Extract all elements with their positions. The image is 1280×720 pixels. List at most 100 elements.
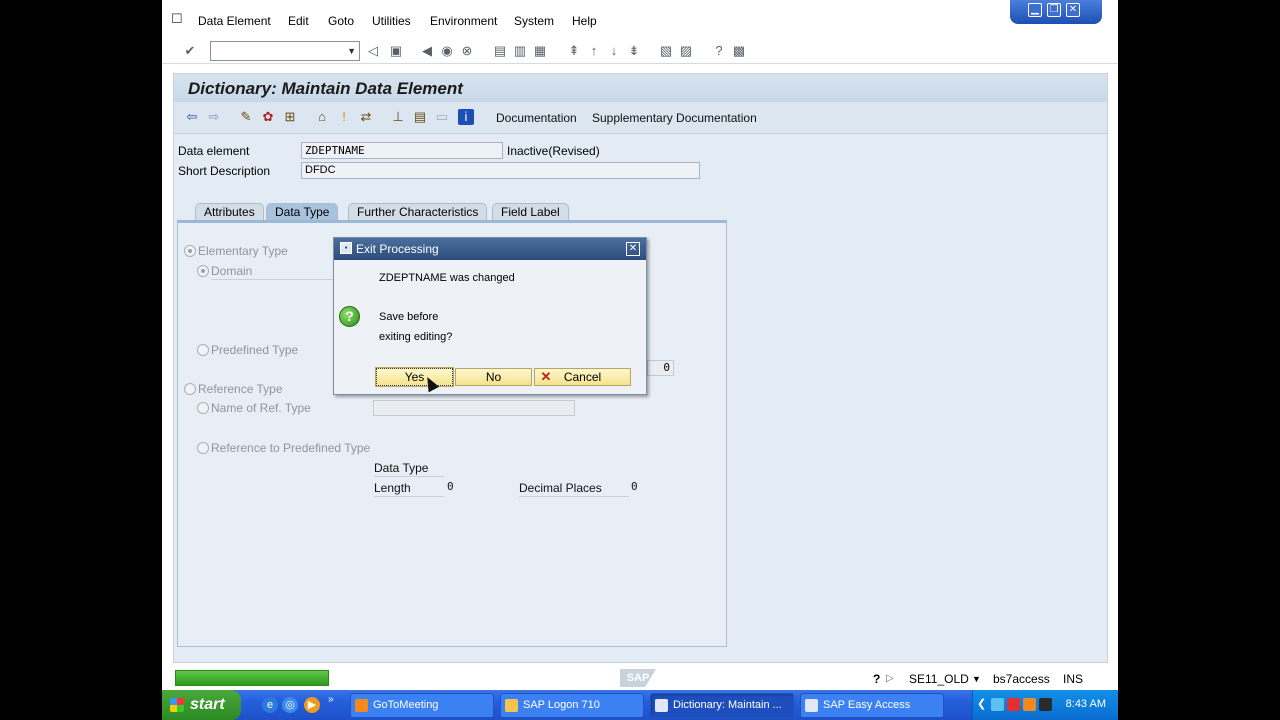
previous-page-icon[interactable]: ↑ bbox=[586, 43, 602, 59]
network-icon[interactable] bbox=[991, 698, 1004, 711]
command-field[interactable]: ▼ bbox=[210, 41, 360, 61]
menu-goto[interactable]: Goto bbox=[328, 14, 354, 28]
elementary-type-label: Elementary Type bbox=[198, 244, 288, 258]
start-label: start bbox=[190, 696, 225, 713]
taskbar: start e ◎ ▶ » GoToMeeting SAP Logon 710 … bbox=[162, 690, 1118, 720]
frame-icon[interactable]: ▭ bbox=[434, 109, 450, 125]
domain-radio[interactable] bbox=[197, 265, 209, 277]
task-label: SAP Logon 710 bbox=[523, 699, 600, 711]
progress-indicator bbox=[175, 670, 329, 686]
elementary-type-radio[interactable] bbox=[184, 245, 196, 257]
arrow-left-icon[interactable]: ⇦ bbox=[184, 109, 200, 125]
close-window-button[interactable]: ✕ bbox=[1066, 3, 1080, 17]
sap-gui-icon bbox=[655, 699, 668, 712]
transaction-dropdown-icon[interactable]: ▼ bbox=[972, 674, 981, 684]
layout-menu-icon[interactable]: ▩ bbox=[731, 43, 747, 59]
dialog-close-icon[interactable]: ✕ bbox=[626, 242, 640, 256]
minimize-button[interactable]: ▁ bbox=[1028, 3, 1042, 17]
help-icon[interactable]: ? bbox=[711, 43, 727, 59]
find-icon[interactable]: ▥ bbox=[512, 43, 528, 59]
menu-edit[interactable]: Edit bbox=[288, 14, 309, 28]
other-object-icon[interactable]: ✿ bbox=[260, 109, 276, 125]
task-label: Dictionary: Maintain ... bbox=[673, 699, 782, 711]
security-icon[interactable] bbox=[1007, 698, 1020, 711]
application-toolbar: ⇦ ⇨ ✎ ✿ ⊞ ⌂ ! ⇄ ⊥ ▤ ▭ i Documentation Su… bbox=[174, 102, 1107, 134]
cancel-x-icon: ✕ bbox=[540, 369, 552, 384]
data-element-field[interactable]: ZDEPTNAME bbox=[301, 142, 503, 159]
menu-help[interactable]: Help bbox=[572, 14, 597, 28]
task-dictionary[interactable]: Dictionary: Maintain ... bbox=[650, 693, 794, 718]
hierarchy-icon[interactable]: ⊥ bbox=[390, 109, 406, 125]
menu-system[interactable]: System bbox=[514, 14, 554, 28]
where-used-icon[interactable]: ! bbox=[336, 109, 352, 125]
tray-collapse-icon[interactable]: ❮ bbox=[977, 697, 986, 710]
name-of-ref-type-radio[interactable] bbox=[197, 402, 209, 414]
menu-data-element[interactable]: Data Element bbox=[198, 14, 271, 28]
media-player-icon[interactable]: ▶ bbox=[304, 697, 320, 713]
restore-button[interactable]: ❐ bbox=[1047, 3, 1061, 17]
transaction-code: SE11_OLD bbox=[909, 672, 969, 686]
status-help-icon[interactable]: ? bbox=[873, 672, 880, 686]
windows-flag-icon bbox=[170, 698, 184, 712]
reference-type-label: Reference Type bbox=[198, 382, 283, 396]
quicklaunch-more-icon[interactable]: » bbox=[328, 694, 334, 705]
cancel-button[interactable]: ✕ Cancel bbox=[534, 368, 631, 386]
documentation-button[interactable]: Documentation bbox=[496, 111, 577, 125]
task-sap-easy-access[interactable]: SAP Easy Access bbox=[800, 693, 944, 718]
find-next-icon[interactable]: ▦ bbox=[532, 43, 548, 59]
first-page-icon[interactable]: ⇞ bbox=[566, 43, 582, 59]
status-expand-icon[interactable]: ▷ bbox=[886, 673, 894, 684]
activate-icon[interactable]: ⌂ bbox=[314, 109, 330, 125]
tab-further-characteristics[interactable]: Further Characteristics bbox=[348, 203, 488, 221]
vmware-icon[interactable] bbox=[1039, 698, 1052, 711]
display-change-icon[interactable]: ✎ bbox=[238, 109, 254, 125]
decimal-places-label: Decimal Places bbox=[519, 481, 602, 495]
task-sap-logon[interactable]: SAP Logon 710 bbox=[500, 693, 644, 718]
length-underline bbox=[374, 496, 444, 497]
reference-type-radio[interactable] bbox=[184, 383, 196, 395]
dialog-window-icon: ▪ bbox=[340, 242, 352, 254]
predefined-length-field[interactable]: 0 bbox=[647, 360, 674, 376]
save-icon[interactable]: ▣ bbox=[388, 43, 404, 59]
last-page-icon[interactable]: ⇟ bbox=[626, 43, 642, 59]
back-triangle-icon[interactable]: ◁ bbox=[365, 43, 381, 59]
supplementary-documentation-button[interactable]: Supplementary Documentation bbox=[592, 111, 757, 125]
print-list-icon[interactable]: ▤ bbox=[412, 109, 428, 125]
chevron-down-icon[interactable]: ▼ bbox=[347, 46, 356, 56]
print-icon[interactable]: ▤ bbox=[492, 43, 508, 59]
info-icon[interactable]: i bbox=[458, 109, 474, 125]
name-of-ref-type-field[interactable] bbox=[373, 400, 575, 416]
navigate-icon[interactable]: ⇄ bbox=[358, 109, 374, 125]
create-session-icon[interactable]: ▧ bbox=[658, 43, 674, 59]
back-icon[interactable]: ◀ bbox=[419, 43, 435, 59]
ie-icon[interactable]: e bbox=[262, 697, 278, 713]
no-button[interactable]: No bbox=[455, 368, 532, 386]
enter-check-icon[interactable]: ✔ bbox=[182, 43, 198, 59]
next-page-icon[interactable]: ↓ bbox=[606, 43, 622, 59]
meeting-tray-icon[interactable] bbox=[1023, 698, 1036, 711]
menu-window-icon[interactable]: ☐ bbox=[171, 12, 187, 26]
predefined-type-radio[interactable] bbox=[197, 344, 209, 356]
browser-icon[interactable]: ◎ bbox=[282, 697, 298, 713]
dialog-question-line2: exiting editing? bbox=[379, 331, 453, 343]
tab-field-label[interactable]: Field Label bbox=[492, 203, 569, 221]
task-gotomeeting[interactable]: GoToMeeting bbox=[350, 693, 494, 718]
tab-data-type[interactable]: Data Type bbox=[266, 203, 339, 221]
menu-utilities[interactable]: Utilities bbox=[372, 14, 411, 28]
cancel-icon[interactable]: ⊗ bbox=[459, 43, 475, 59]
sap-logo: SAP bbox=[620, 669, 656, 687]
menu-environment[interactable]: Environment bbox=[430, 14, 497, 28]
shortcut-icon[interactable]: ▨ bbox=[678, 43, 694, 59]
short-description-field[interactable]: DFDC bbox=[301, 162, 700, 179]
yes-button[interactable]: Yes bbox=[375, 367, 454, 387]
check-object-icon[interactable]: ⊞ bbox=[282, 109, 298, 125]
input-mode[interactable]: INS bbox=[1063, 672, 1083, 686]
clock: 8:43 AM bbox=[1065, 698, 1106, 710]
start-button[interactable]: start bbox=[162, 690, 241, 720]
cancel-button-label: Cancel bbox=[563, 370, 602, 384]
arrow-right-icon[interactable]: ⇨ bbox=[206, 109, 222, 125]
ref-to-predefined-radio[interactable] bbox=[197, 442, 209, 454]
length-label: Length bbox=[374, 481, 411, 495]
tab-attributes[interactable]: Attributes bbox=[195, 203, 264, 221]
exit-icon[interactable]: ◉ bbox=[439, 43, 455, 59]
